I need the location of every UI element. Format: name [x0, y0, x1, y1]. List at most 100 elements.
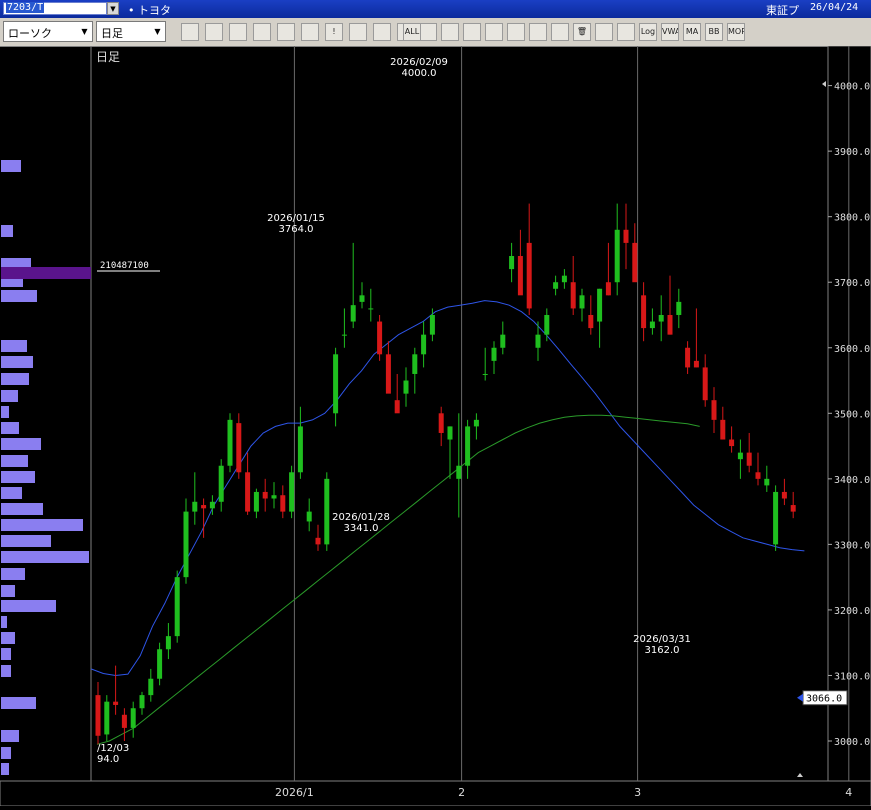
volume-profile-bar: [1, 406, 9, 418]
candle-body: [649, 321, 655, 329]
candle-body: [113, 701, 119, 705]
volume-profile-label: 210487100: [100, 261, 149, 271]
candle-body: [676, 301, 682, 315]
candle2-icon[interactable]: [373, 23, 391, 41]
candle-body: [641, 295, 647, 329]
candle-body: [588, 314, 594, 329]
flag-icon[interactable]: [529, 23, 547, 41]
y-tick-label: 3500.0: [834, 409, 870, 420]
volume-profile-bar: [1, 438, 41, 450]
candle-body: [597, 288, 603, 322]
annotation-date: 2026/03/31: [633, 634, 691, 645]
annotation-value: 3162.0: [645, 645, 680, 656]
candle-body: [764, 478, 770, 486]
candle-body: [790, 505, 796, 512]
candle-body: [579, 295, 585, 309]
candle-body: [517, 256, 523, 296]
candle-body: [324, 478, 330, 545]
candle-body: [262, 491, 268, 499]
candle-body: [755, 472, 761, 479]
period-label: 日足: [96, 50, 120, 64]
volume-profile-bar: [1, 422, 19, 434]
volume-icon[interactable]: VWAP: [661, 23, 679, 41]
candle-body: [720, 419, 726, 440]
bar-icon[interactable]: [441, 23, 459, 41]
volume-profile-bar: [1, 763, 9, 775]
delete-icon[interactable]: 🗑: [573, 23, 591, 41]
stock-code-input[interactable]: 7203/T: [3, 2, 107, 15]
candle-body: [526, 242, 532, 309]
annotation-value: 3341.0: [344, 523, 379, 534]
annotation-value: 4000.0: [402, 68, 437, 79]
y-tick-label: 3000.0: [834, 737, 870, 748]
alert-icon[interactable]: !: [325, 23, 343, 41]
memo-icon[interactable]: [551, 23, 569, 41]
candle-body: [465, 426, 471, 466]
scroll-up-icon: [797, 773, 803, 777]
chevron-down-icon[interactable]: ▼: [107, 2, 119, 15]
volume-profile-bar: [1, 535, 51, 547]
x-axis-panel: [0, 780, 871, 807]
candle-body: [253, 491, 259, 512]
annotation-value: 3764.0: [279, 224, 314, 235]
chart-type-select[interactable]: ローソク ▼: [3, 21, 93, 42]
candle-body: [473, 419, 479, 427]
drawing-icon[interactable]: [229, 23, 247, 41]
settings-icon[interactable]: [253, 23, 271, 41]
candle-body: [218, 465, 224, 502]
volume-profile-bar: [1, 585, 15, 597]
ma-icon[interactable]: MA: [683, 23, 701, 41]
candle-body: [183, 511, 189, 578]
candle-body: [658, 314, 664, 322]
chart-settings-icon[interactable]: [595, 23, 613, 41]
volume-profile-bar: [1, 519, 83, 531]
volume-profile-highlight: [1, 267, 91, 279]
chart-type-value: ローソク: [8, 27, 52, 40]
candle-body: [368, 308, 374, 310]
line-icon[interactable]: [419, 23, 437, 41]
volume-profile-bar: [1, 373, 29, 385]
grid-icon[interactable]: [205, 23, 223, 41]
candle-body: [781, 491, 787, 499]
candle-body: [121, 714, 127, 728]
bars-icon[interactable]: [277, 23, 295, 41]
y-tick-label: 3900.0: [834, 147, 870, 158]
volume-profile-bar: [1, 390, 18, 402]
annotation-date: 2026/02/09: [390, 57, 448, 68]
volume-profile-bar: [1, 648, 11, 660]
candle-body: [280, 495, 286, 512]
stock-code-text: 7203/T: [6, 2, 45, 13]
bb-icon[interactable]: BB: [705, 23, 723, 41]
candle-icon[interactable]: [349, 23, 367, 41]
annotation-date: 2026/01/28: [332, 512, 390, 523]
compare-icon[interactable]: [301, 23, 319, 41]
x-tick-label: 2026/1: [275, 786, 314, 799]
candle-body: [341, 334, 347, 336]
log-icon[interactable]: Log: [639, 23, 657, 41]
volume-profile-bar: [1, 225, 13, 237]
period-select[interactable]: 日足 ▼: [96, 21, 166, 42]
candle-body: [95, 695, 101, 736]
volume-profile-bar: [1, 340, 27, 352]
volume-profile-bar: [1, 616, 7, 628]
line-tool-icon[interactable]: [485, 23, 503, 41]
annotation-date: 2026/01/15: [267, 213, 325, 224]
color-icon[interactable]: [617, 23, 635, 41]
candle-body: [157, 649, 163, 679]
more-icon[interactable]: MORE: [727, 23, 745, 41]
all-button[interactable]: ALL: [403, 23, 421, 41]
candle-body: [421, 334, 427, 355]
pen-icon[interactable]: [463, 23, 481, 41]
candle-body: [447, 426, 453, 440]
volume-profile-bar: [1, 600, 56, 612]
y-tick-label: 3700.0: [834, 278, 870, 289]
toolbar: ローソク ▼ 日足 ▼ ! 🗑 LogVWAPMABBMORE ALL: [0, 18, 871, 47]
zoom-icon[interactable]: [181, 23, 199, 41]
cursor-icon[interactable]: [507, 23, 525, 41]
market-label: 東証プ: [766, 4, 799, 17]
candle-body: [544, 314, 550, 335]
chart-area[interactable]: 2026/1 2 3 4 3000.0 3100.0 3200.0 3300.0 3400.0 3…: [0, 45, 871, 807]
candle-body: [350, 305, 356, 322]
last-price-arrow-icon: [797, 693, 803, 702]
candle-body: [297, 426, 303, 473]
